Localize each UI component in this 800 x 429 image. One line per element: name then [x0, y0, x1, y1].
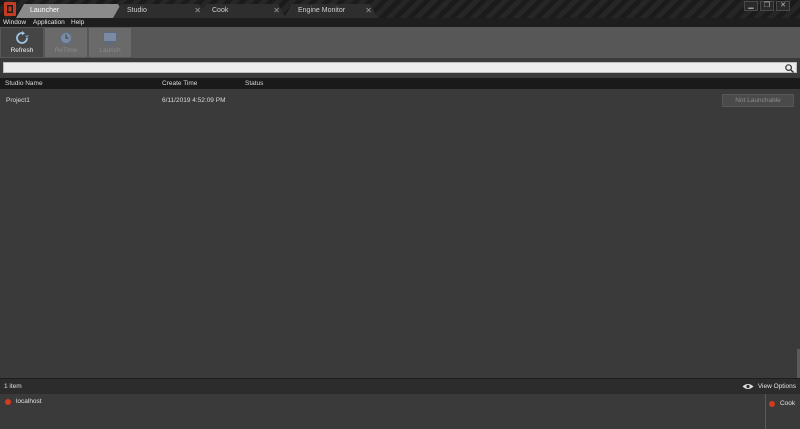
menu-application[interactable]: Application [33, 18, 65, 27]
host-label: localhost [15, 398, 42, 405]
view-options-button[interactable]: View Options [742, 379, 796, 394]
close-window-button[interactable]: ✕ [776, 1, 790, 11]
refresh-label: Refresh [10, 47, 34, 54]
table-row[interactable]: Project1 6/11/2019 4:52:09 PM Not Launch… [0, 93, 800, 109]
search-bar [0, 58, 800, 78]
refresh-icon [16, 31, 29, 44]
monitor-icon [103, 32, 117, 45]
retime-label: ReTime [54, 47, 78, 54]
column-create-time[interactable]: Create Time [162, 78, 197, 89]
app-logo-icon [4, 2, 16, 16]
eye-icon [742, 384, 754, 389]
status-bar: 1 item View Options [0, 378, 800, 394]
clock-icon [60, 32, 72, 44]
hosts-pane: localhost [0, 394, 766, 429]
launch-label: Launch [99, 47, 121, 54]
tab-label: Launcher [30, 7, 60, 14]
column-studio-name[interactable]: Studio Name [5, 78, 43, 89]
tab-studio[interactable]: Studio ✕ [113, 4, 207, 18]
minimize-button[interactable]: ▁ [744, 1, 758, 11]
search-input[interactable] [3, 62, 797, 73]
close-icon[interactable]: ✕ [365, 4, 372, 18]
title-bar: Launcher Studio ✕ Cook ✕ Engine Monitor … [0, 0, 800, 18]
restore-button[interactable]: ❐ [760, 1, 774, 11]
tab-cook[interactable]: Cook ✕ [198, 4, 286, 18]
retime-button[interactable]: ReTime [45, 28, 87, 57]
create-time-cell: 6/11/2019 4:52:09 PM [162, 97, 226, 104]
menu-window[interactable]: Window [3, 18, 26, 27]
service-label: Cook [779, 400, 796, 407]
table-header: Studio Name Create Time Status [0, 78, 800, 89]
view-options-label: View Options [757, 383, 796, 390]
status-dot-icon [5, 398, 11, 405]
services-pane: Cook [767, 394, 800, 429]
status-dot-icon [769, 400, 775, 407]
tab-launcher[interactable]: Launcher [16, 4, 126, 18]
item-count: 1 item [4, 383, 22, 390]
refresh-button[interactable]: Refresh [1, 28, 43, 57]
column-status[interactable]: Status [245, 78, 263, 89]
search-icon[interactable] [785, 64, 794, 73]
studio-name-cell: Project1 [6, 97, 30, 104]
service-item-cook[interactable]: Cook [769, 400, 795, 407]
tab-label: Studio [127, 7, 147, 14]
tab-engine-monitor[interactable]: Engine Monitor ✕ [284, 4, 378, 18]
toolbar: Refresh ReTime Launch [0, 27, 800, 58]
close-icon[interactable]: ✕ [273, 4, 280, 18]
host-item-localhost[interactable]: localhost [5, 398, 42, 408]
bottom-panel: localhost Cook [0, 394, 800, 429]
table-body: Project1 6/11/2019 4:52:09 PM Not Launch… [0, 89, 800, 379]
tab-label: Cook [212, 7, 229, 14]
tab-label: Engine Monitor [298, 7, 346, 14]
launch-button[interactable]: Launch [89, 28, 131, 57]
not-launchable-button[interactable]: Not Launchable [722, 94, 794, 107]
menu-help[interactable]: Help [71, 18, 84, 27]
menu-bar: Window Application Help [0, 18, 800, 27]
